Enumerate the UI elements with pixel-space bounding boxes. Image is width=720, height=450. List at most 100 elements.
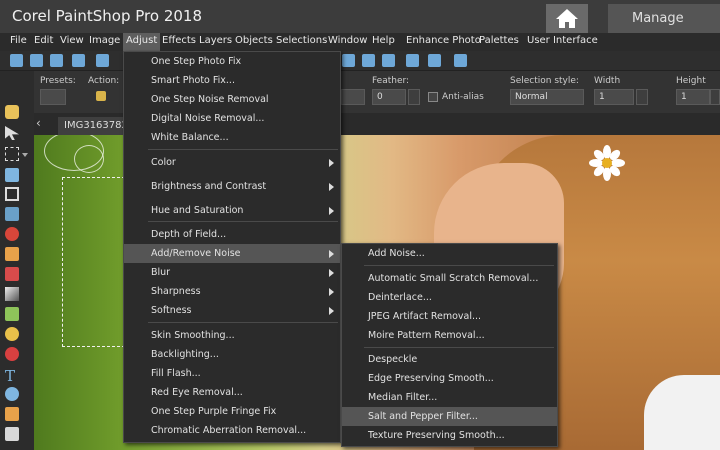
pan-tool-icon[interactable]: [5, 105, 19, 119]
menu-add-remove-noise[interactable]: Add/Remove Noise: [124, 244, 340, 263]
menu-palettes[interactable]: Palettes: [479, 35, 519, 46]
dropper-tool-icon[interactable]: [5, 168, 19, 182]
manage-tab-label: Manage: [632, 11, 684, 26]
gradient-tool-icon[interactable]: [5, 287, 19, 301]
menu-selections[interactable]: Selections: [276, 35, 327, 46]
menu-depth-of-field[interactable]: Depth of Field...: [124, 225, 340, 244]
menu-add-noise[interactable]: Add Noise...: [342, 244, 557, 263]
menu-brightness-contrast[interactable]: Brightness and Contrast: [124, 177, 340, 196]
menu-one-step-photo-fix[interactable]: One Step Photo Fix: [124, 52, 340, 71]
menu-digital-noise-removal[interactable]: Digital Noise Removal...: [124, 109, 340, 128]
fit-window-icon[interactable]: [362, 54, 375, 67]
height-spinner[interactable]: [710, 89, 720, 105]
presets-label: Presets:: [40, 76, 76, 86]
menu-effects[interactable]: Effects: [162, 35, 196, 46]
feather-label: Feather:: [372, 76, 410, 86]
shape-tool-icon[interactable]: [5, 387, 19, 401]
straighten-tool-icon[interactable]: [5, 207, 19, 221]
menu-view[interactable]: View: [60, 35, 84, 46]
menu-jpeg-artifact-removal[interactable]: JPEG Artifact Removal...: [342, 307, 557, 326]
clone-tool-icon[interactable]: [5, 307, 19, 321]
height-label: Height: [676, 76, 706, 86]
selection-tool-icon[interactable]: [5, 147, 19, 161]
menu-white-balance[interactable]: White Balance...: [124, 128, 340, 147]
text-tool-icon[interactable]: T: [5, 367, 19, 385]
height-field[interactable]: 1: [676, 89, 710, 105]
menu-backlighting[interactable]: Backlighting...: [124, 345, 340, 364]
crop-toolbar-icon[interactable]: [342, 54, 355, 67]
selection-style-dropdown[interactable]: Normal: [510, 89, 584, 105]
anti-alias-label: Anti-alias: [442, 92, 484, 102]
app-title: Corel PaintShop Pro 2018: [12, 7, 203, 25]
zoom-icon[interactable]: [406, 54, 419, 67]
dodge-tool-icon[interactable]: [5, 327, 19, 341]
pen-tool-icon[interactable]: [5, 407, 19, 421]
home-button[interactable]: [546, 4, 588, 33]
brush-tool-icon[interactable]: [5, 267, 19, 281]
width-spinner[interactable]: [636, 89, 648, 105]
presets-dropdown[interactable]: [40, 89, 66, 105]
menu-softness[interactable]: Softness: [124, 301, 340, 320]
menu-edge-preserving-smooth[interactable]: Edge Preserving Smooth...: [342, 369, 557, 388]
reset-icon[interactable]: [96, 91, 106, 101]
action-label: Action:: [88, 76, 120, 86]
menu-color[interactable]: Color: [124, 153, 340, 172]
tab-scroll-left-icon[interactable]: ‹: [36, 116, 41, 130]
new-file-icon[interactable]: [10, 54, 23, 67]
menu-layers[interactable]: Layers: [199, 35, 232, 46]
menu-blur[interactable]: Blur: [124, 263, 340, 282]
manage-tab[interactable]: Manage: [608, 4, 720, 33]
selection-style-label: Selection style:: [510, 76, 579, 86]
menu-red-eye-removal[interactable]: Red Eye Removal...: [124, 383, 340, 402]
selection-type-dropdown[interactable]: [341, 89, 365, 105]
menu-file[interactable]: File: [10, 35, 27, 46]
menu-image[interactable]: Image: [89, 35, 120, 46]
menu-chromatic-aberration-removal[interactable]: Chromatic Aberration Removal...: [124, 421, 340, 440]
menu-fill-flash[interactable]: Fill Flash...: [124, 364, 340, 383]
menu-purple-fringe-fix[interactable]: One Step Purple Fringe Fix: [124, 402, 340, 421]
feather-spinner[interactable]: [408, 89, 420, 105]
menu-hue-saturation[interactable]: Hue and Saturation: [124, 201, 340, 220]
menu-deinterlace[interactable]: Deinterlace...: [342, 288, 557, 307]
submenu-arrow-icon: [329, 307, 334, 315]
full-screen-icon[interactable]: [428, 54, 441, 67]
menu-objects[interactable]: Objects: [235, 35, 273, 46]
menu-moire-pattern-removal[interactable]: Moire Pattern Removal...: [342, 326, 557, 345]
anti-alias-checkbox[interactable]: [428, 92, 438, 102]
menu-sharpness-label: Sharpness: [151, 286, 201, 297]
add-remove-noise-submenu: Add Noise... Automatic Small Scratch Rem…: [341, 243, 558, 447]
menu-auto-scratch-removal[interactable]: Automatic Small Scratch Removal...: [342, 269, 557, 288]
makeover-tool-icon[interactable]: [5, 247, 19, 261]
red-eye-tool-icon[interactable]: [5, 227, 19, 241]
browse-icon[interactable]: [50, 54, 63, 67]
menu-user-interface[interactable]: User Interface: [527, 35, 598, 46]
feather-field[interactable]: 0: [372, 89, 406, 105]
selection-tool-arrow[interactable]: [22, 153, 28, 157]
menu-one-step-noise-removal[interactable]: One Step Noise Removal: [124, 90, 340, 109]
save-icon[interactable]: [96, 54, 109, 67]
menu-edit[interactable]: Edit: [34, 35, 53, 46]
menu-texture-preserving-smooth[interactable]: Texture Preserving Smooth...: [342, 426, 557, 445]
submenu-arrow-icon: [329, 183, 334, 191]
menu-adjust[interactable]: Adjust: [123, 33, 161, 51]
menu-despeckle[interactable]: Despeckle: [342, 350, 557, 369]
open-file-icon[interactable]: [30, 54, 43, 67]
menu-enhance-photo[interactable]: Enhance Photo: [406, 35, 481, 46]
menu-skin-smoothing[interactable]: Skin Smoothing...: [124, 326, 340, 345]
actual-size-icon[interactable]: [382, 54, 395, 67]
pick-tool-icon[interactable]: [5, 126, 19, 140]
width-field[interactable]: 1: [594, 89, 634, 105]
warp-tool-icon[interactable]: [5, 427, 19, 441]
layout-icon[interactable]: [454, 54, 467, 67]
scan-icon[interactable]: [72, 54, 85, 67]
menu-window[interactable]: Window: [328, 35, 367, 46]
menu-sharpness[interactable]: Sharpness: [124, 282, 340, 301]
menu-smart-photo-fix[interactable]: Smart Photo Fix...: [124, 71, 340, 90]
menu-salt-pepper-filter[interactable]: Salt and Pepper Filter...: [342, 407, 557, 426]
menu-help[interactable]: Help: [372, 35, 395, 46]
menu-median-filter[interactable]: Median Filter...: [342, 388, 557, 407]
menu-separator: [148, 221, 338, 222]
crop-tool-icon[interactable]: [5, 187, 19, 201]
fill-tool-icon[interactable]: [5, 347, 19, 361]
document-tab[interactable]: IMG3163782: [58, 117, 124, 135]
